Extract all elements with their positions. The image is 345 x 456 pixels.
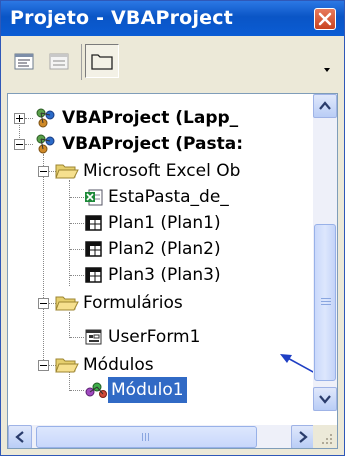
folder-icon [91,54,113,70]
view-object-icon [49,53,69,70]
vertical-scrollbar[interactable] [313,94,337,411]
project-tree-pane: VBAProject (Lapp_ VBAProject (Pasta: Mic… [7,93,338,449]
chevron-left-icon [15,431,24,443]
scrollbar-thumb[interactable] [36,426,257,448]
scroll-right-button[interactable] [291,425,315,448]
chevron-down-icon [319,395,331,404]
resize-grip-icon [322,434,332,444]
window-title: Projeto - VBAProject [10,7,233,29]
toolbar [1,36,344,91]
title-bar[interactable]: Projeto - VBAProject [1,1,344,36]
view-code-button[interactable] [10,48,38,76]
toggle-folders-button[interactable] [85,44,119,78]
close-icon [318,12,332,26]
scroll-down-button[interactable] [313,387,337,411]
close-button[interactable] [314,8,336,30]
project-explorer-window: Projeto - VBAProject VBAProject (Lapp_ V… [0,0,345,456]
view-code-icon [14,53,34,70]
scrollbar-thumb[interactable] [314,224,336,381]
chevron-right-icon [299,431,308,443]
view-object-button[interactable] [45,48,73,76]
project-tree: VBAProject (Lapp_ VBAProject (Pasta: Mic… [8,94,315,411]
scroll-left-button[interactable] [8,425,32,448]
horizontal-scrollbar[interactable] [8,425,315,448]
annotation-arrow [280,354,315,374]
scroll-up-button[interactable] [313,94,337,118]
chevron-down-icon[interactable] [322,66,332,74]
chevron-up-icon [319,101,331,110]
toolbar-separator [81,44,82,80]
resize-grip[interactable] [313,425,337,448]
